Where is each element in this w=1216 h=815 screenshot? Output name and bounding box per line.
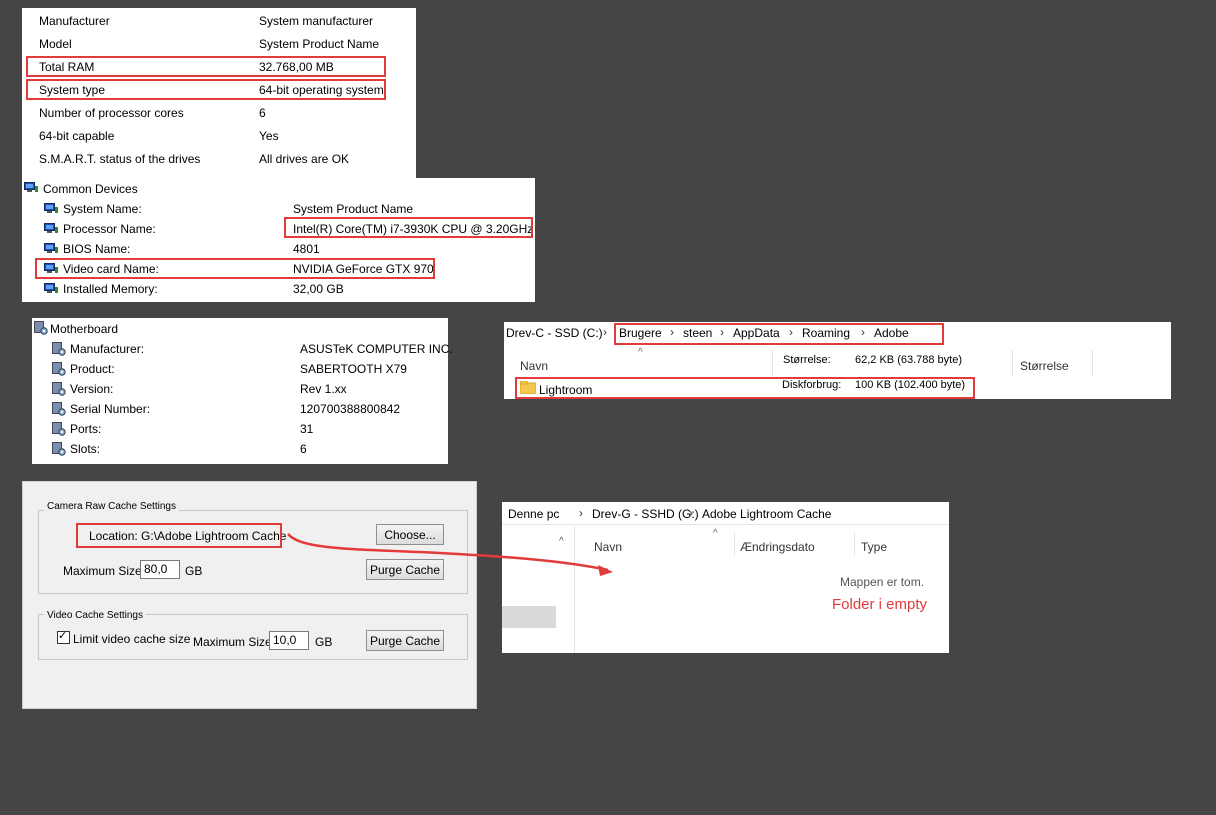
component-icon — [52, 422, 66, 436]
chevron-right-icon: › — [579, 506, 583, 520]
choose-button[interactable]: Choose... — [376, 524, 444, 545]
video-purge-cache-button[interactable]: Purge Cache — [366, 630, 444, 651]
motherboard-label: Serial Number: — [70, 402, 151, 416]
highlight-path — [614, 323, 944, 345]
limit-video-cache-checkbox[interactable]: ✓ — [57, 630, 70, 644]
purge-cache-button[interactable]: Purge Cache — [366, 559, 444, 580]
info-label: Manufacturer — [39, 14, 110, 28]
computer-icon — [44, 203, 58, 214]
info-value: Yes — [259, 129, 279, 143]
device-label: Processor Name: — [63, 222, 156, 236]
info-value: System manufacturer — [259, 14, 374, 28]
sort-up-icon: ^ — [638, 347, 643, 358]
column-header-name-g[interactable]: Navn — [594, 540, 622, 554]
common-devices-title: Common Devices — [43, 182, 138, 196]
video-max-size-label: Maximum Size: — [193, 635, 276, 649]
breadcrumb-drive-c[interactable]: Drev-C - SSD (C:) — [506, 326, 603, 340]
info-label: Model — [39, 37, 72, 51]
video-cache-legend: Video Cache Settings — [44, 610, 146, 621]
scroll-up-icon[interactable]: ^ — [559, 536, 564, 547]
component-icon — [52, 442, 66, 456]
address-bar-g[interactable]: Denne pc › Drev-G - SSHD (G:) › Adobe Lightr… — [502, 502, 949, 525]
motherboard-label: Manufacturer: — [70, 342, 145, 356]
computer-icon — [44, 243, 58, 254]
video-max-size-unit: GB — [315, 635, 333, 649]
highlight-video-card-name — [35, 258, 435, 279]
column-header-name[interactable]: Navn — [520, 359, 548, 373]
breadcrumb-item[interactable]: Drev-G - SSHD (G:) — [592, 507, 699, 521]
limit-video-cache-label[interactable]: Limit video cache size — [73, 632, 190, 646]
motherboard-value: SABERTOOTH X79 — [300, 362, 407, 376]
computer-icon — [44, 223, 58, 234]
chevron-right-icon: › — [689, 506, 693, 520]
system-info-panel: Manufacturer System manufacturer Model Syst… — [22, 8, 416, 178]
explorer-g-panel: Denne pc › Drev-G - SSHD (G:) › Adobe Lightr… — [502, 502, 949, 653]
column-header-date[interactable]: Ændringsdato — [740, 540, 815, 554]
device-value: System Product Name — [293, 202, 414, 216]
device-label: System Name: — [63, 202, 142, 216]
motherboard-value: 6 — [300, 442, 307, 456]
folder-empty-annotation: Folder i empty — [832, 596, 928, 613]
device-value: 4801 — [293, 242, 320, 256]
component-icon — [52, 362, 66, 376]
max-size-input[interactable]: 80,0 — [140, 560, 180, 579]
max-size-unit: GB — [185, 564, 203, 578]
explorer-c-panel: Drev-C - SSD (C:) › Brugere › steen › AppDat… — [504, 322, 1171, 399]
size-label: Størrelse: — [783, 354, 831, 366]
motherboard-label: Ports: — [70, 422, 102, 436]
motherboard-value: ASUSTeK COMPUTER INC. — [300, 342, 453, 356]
component-icon — [52, 402, 66, 416]
highlight-total-ram — [26, 56, 386, 77]
max-size-label: Maximum Size: — [63, 564, 146, 578]
column-header-type[interactable]: Type — [861, 540, 887, 554]
motherboard-value: Rev 1.xx — [300, 382, 347, 396]
checkmark-icon: ✓ — [58, 630, 68, 642]
device-label: Installed Memory: — [63, 282, 158, 296]
motherboard-panel: Motherboard Manufacturer: ASUSTeK COMPUTE… — [32, 318, 453, 464]
video-max-size-input[interactable]: 10,0 — [269, 631, 309, 650]
motherboard-label: Slots: — [70, 442, 101, 456]
breadcrumb-item[interactable]: Denne pc — [508, 507, 559, 521]
empty-folder-message: Mappen er tom. — [840, 575, 925, 589]
info-label: S.M.A.R.T. status of the drives — [39, 152, 201, 166]
sort-up-icon-g: ^ — [713, 528, 718, 539]
component-icon — [52, 342, 66, 356]
motherboard-title: Motherboard — [50, 322, 119, 336]
chevron-right-icon: › — [603, 325, 607, 339]
motherboard-value: 31 — [300, 422, 314, 436]
camera-raw-cache-legend: Camera Raw Cache Settings — [44, 501, 179, 512]
common-devices-panel: Common Devices System Name: System Produc… — [22, 178, 535, 302]
highlight-location — [76, 523, 282, 548]
highlight-processor-name — [284, 217, 533, 238]
navigation-pane[interactable]: ^ — [502, 526, 575, 653]
motherboard-value: 120700388800842 — [300, 402, 401, 416]
component-icon — [52, 382, 66, 396]
info-value: 6 — [259, 106, 266, 120]
info-label: 64-bit capable — [39, 129, 115, 143]
breadcrumb-item[interactable]: Adobe Lightroom Cache — [702, 507, 831, 521]
column-header-size[interactable]: Størrelse — [1020, 359, 1069, 373]
computer-icon — [24, 182, 38, 193]
motherboard-label: Product: — [70, 362, 115, 376]
info-label: Number of processor cores — [39, 106, 184, 120]
motherboard-label: Version: — [70, 382, 114, 396]
motherboard-icon — [34, 321, 48, 335]
info-value: All drives are OK — [259, 152, 350, 166]
cache-settings-panel: Camera Raw Cache Settings Location: G:\A… — [22, 481, 477, 709]
device-label: BIOS Name: — [63, 242, 131, 256]
highlight-system-type — [26, 79, 386, 100]
highlight-folder-row — [515, 377, 975, 399]
info-value: System Product Name — [259, 37, 380, 51]
device-value: 32,00 GB — [293, 282, 344, 296]
nav-selected-item[interactable] — [502, 606, 556, 628]
computer-icon — [44, 283, 58, 294]
size-value: 62,2 KB (63.788 byte) — [855, 354, 963, 366]
